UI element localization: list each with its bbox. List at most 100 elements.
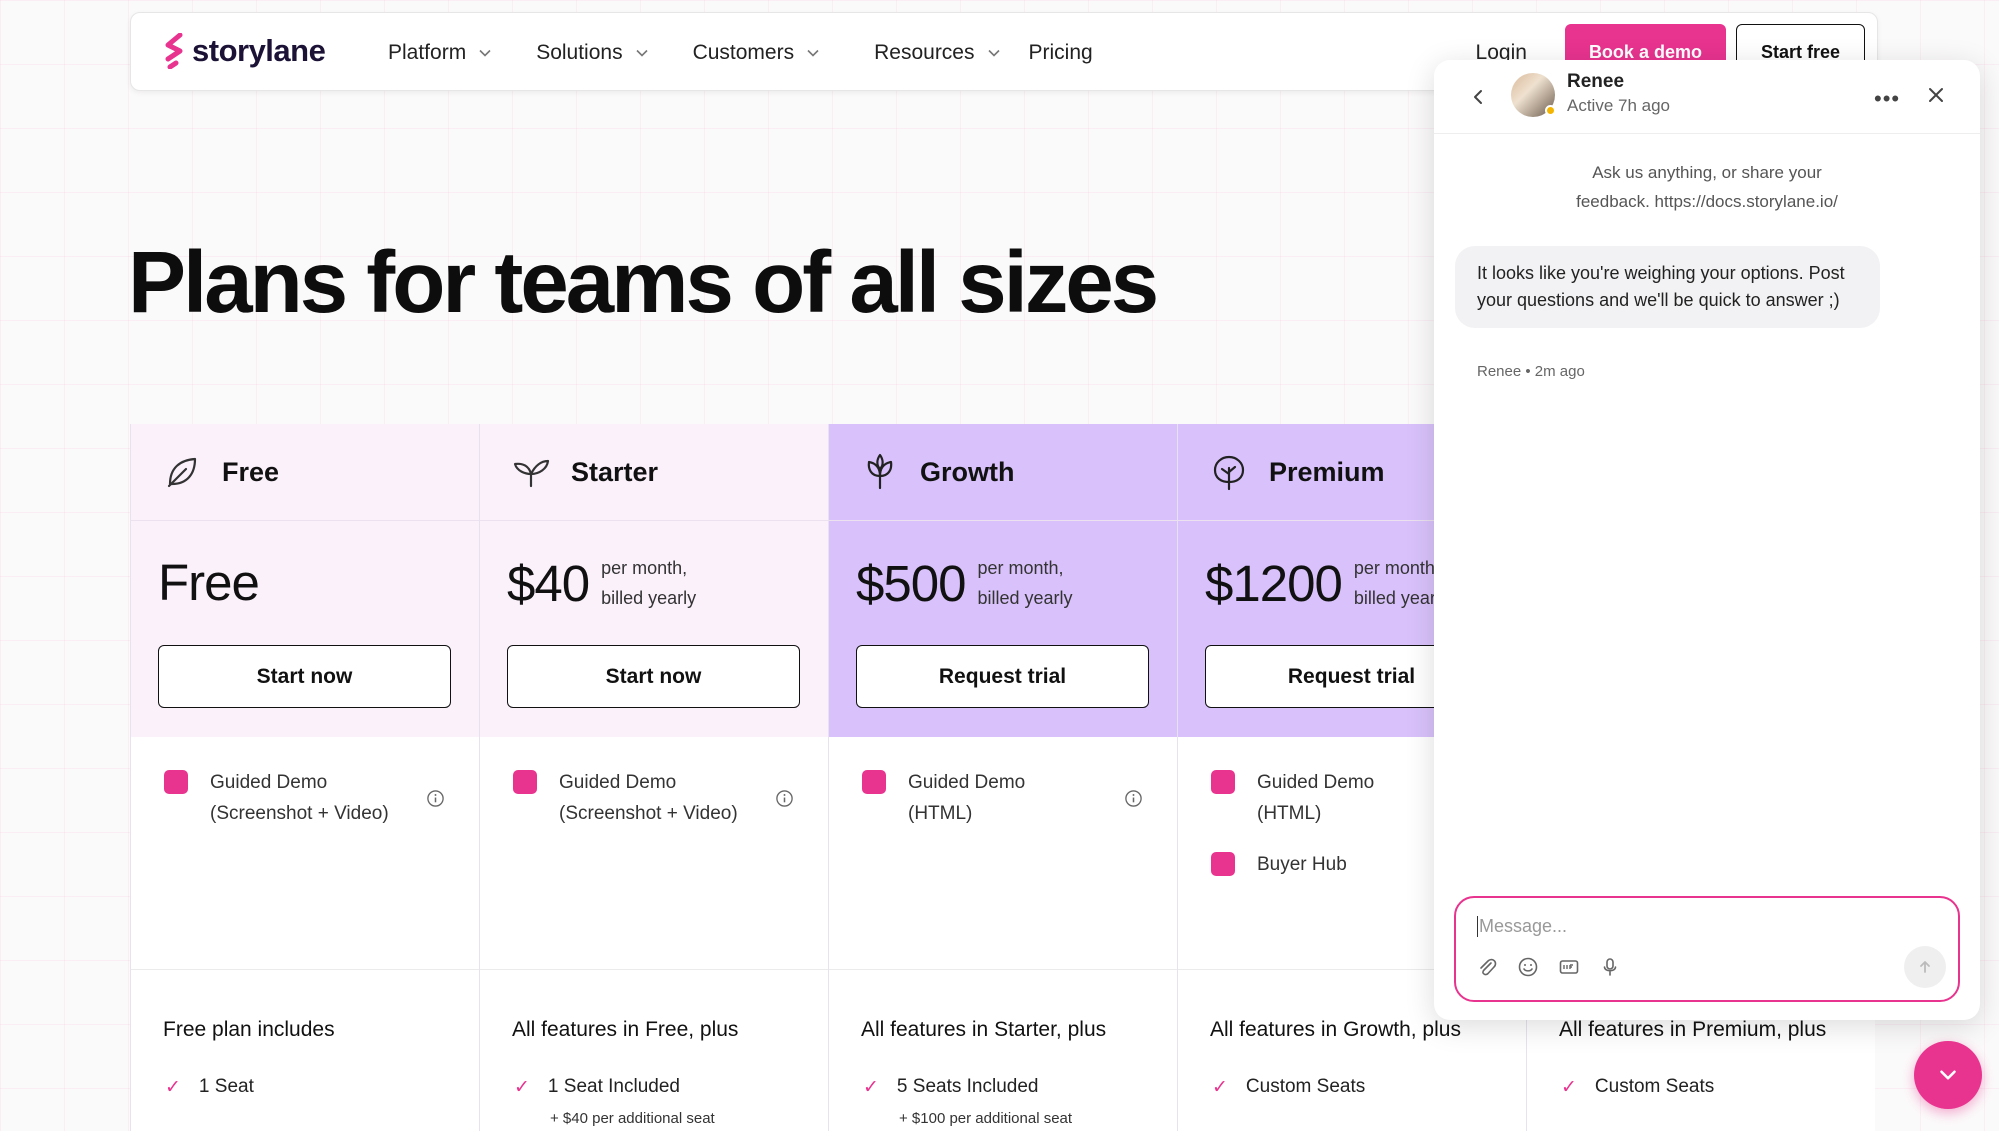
feature-item: Guided Demo (HTML)	[862, 767, 1025, 829]
feature-sublabel: (Screenshot + Video)	[210, 803, 389, 824]
plan-features: Guided Demo (Screenshot + Video)	[131, 737, 479, 970]
nav-customers[interactable]: Customers	[693, 41, 821, 65]
plan-card-free: Free Free Start now Guided Demo (Screens…	[130, 424, 479, 1131]
nav-pricing[interactable]: Pricing	[1029, 41, 1093, 65]
chevron-down-icon	[987, 49, 1000, 57]
chat-widget: Renee Active 7h ago ••• Ask us anything,…	[1434, 60, 1980, 1020]
nav-customers-label: Customers	[692, 40, 795, 64]
chevron-left-icon[interactable]	[1470, 88, 1486, 106]
info-icon[interactable]	[775, 789, 794, 808]
start-now-button[interactable]: Start now	[158, 645, 451, 708]
plan-includes: Free plan includes ✓ 1 Seat	[131, 970, 479, 1131]
request-trial-button[interactable]: Request trial	[856, 645, 1149, 708]
feature-label: Guided Demo	[559, 772, 677, 793]
price-note-line-2: billed yearly	[977, 588, 1073, 608]
feature-label: Guided Demo	[210, 772, 328, 793]
storylane-logo-icon	[165, 33, 183, 69]
emoji-icon[interactable]	[1517, 956, 1539, 978]
attachment-icon[interactable]	[1476, 956, 1498, 978]
nav-resources[interactable]: Resources	[874, 41, 1000, 65]
chat-intro: Ask us anything, or share your feedback.…	[1434, 158, 1980, 216]
check-icon: ✓	[165, 1077, 181, 1098]
check-icon: ✓	[514, 1077, 530, 1098]
plant-icon	[867, 453, 893, 490]
feature-label: Guided Demo	[1257, 772, 1375, 793]
plan-features: Guided Demo (Screenshot + Video)	[480, 737, 828, 970]
plan-price: $1200	[1205, 554, 1343, 612]
includes-sub-note: + $40 per additional seat	[550, 1110, 715, 1127]
close-icon[interactable]	[1927, 86, 1945, 104]
price-note-line-2: billed yearly	[601, 588, 697, 608]
feature-sublabel: (HTML)	[1257, 803, 1322, 824]
gif-icon[interactable]	[1558, 956, 1580, 978]
feature-label: Buyer Hub	[1257, 854, 1347, 875]
plan-name: Free	[222, 456, 280, 487]
plan-header: Free	[131, 424, 479, 521]
includes-item-label: 1 Seat Included	[547, 1076, 680, 1097]
plan-card-growth: Growth $500 per month, billed yearly Req…	[828, 424, 1177, 1131]
plan-name: Growth	[920, 456, 1015, 487]
more-options-icon[interactable]: •••	[1874, 86, 1900, 112]
feature-item: Guided Demo (HTML)	[1211, 767, 1374, 829]
feature-item: Guided Demo (Screenshot + Video)	[164, 767, 389, 829]
price-note-line-1: per month,	[977, 558, 1064, 578]
price-billing-note: per month billed year	[1354, 553, 1436, 613]
nav-resources-label: Resources	[874, 40, 975, 64]
chat-message-bubble: It looks like you're weighing your optio…	[1455, 246, 1880, 328]
chevron-down-icon	[1940, 1070, 1956, 1080]
code-icon	[1211, 852, 1235, 876]
plan-price-area: $500 per month, billed yearly Request tr…	[829, 521, 1177, 737]
status-dot	[1545, 105, 1556, 116]
includes-title: Free plan includes	[163, 1018, 335, 1041]
nav-solutions-label: Solutions	[536, 40, 623, 64]
plan-name: Starter	[571, 456, 659, 487]
chat-agent-name: Renee	[1567, 71, 1625, 92]
chat-launcher-button[interactable]	[1914, 1041, 1982, 1109]
info-icon[interactable]	[426, 789, 445, 808]
sprout-icon	[513, 459, 550, 488]
chat-intro-line-1: Ask us anything, or share your	[1592, 163, 1822, 182]
chevron-down-icon	[807, 49, 819, 57]
includes-item-label: Custom Seats	[1594, 1076, 1715, 1097]
feature-sublabel: (HTML)	[908, 803, 973, 824]
plan-header: Starter	[480, 424, 828, 521]
nav-platform[interactable]: Platform	[388, 41, 492, 65]
includes-item-label: 1 Seat	[198, 1076, 254, 1097]
microphone-icon[interactable]	[1599, 956, 1621, 978]
plan-card-starter: Starter $40 per month, billed yearly Sta…	[479, 424, 828, 1131]
chat-message-input[interactable]: Message...	[1454, 896, 1960, 1002]
guided-demo-icon	[1211, 770, 1235, 794]
info-icon[interactable]	[1124, 789, 1143, 808]
plan-name: Premium	[1269, 456, 1385, 487]
start-now-button[interactable]: Start now	[507, 645, 800, 708]
nav-solutions[interactable]: Solutions	[536, 41, 648, 65]
chat-header: Renee Active 7h ago •••	[1434, 60, 1980, 134]
includes-item: ✓ Custom Seats	[1212, 1076, 1365, 1099]
logo-text: storylane	[192, 33, 326, 68]
includes-item: ✓ Custom Seats	[1561, 1076, 1714, 1099]
chat-message-meta: Renee • 2m ago	[1477, 363, 1585, 380]
nav-pricing-label: Pricing	[1028, 40, 1093, 64]
arrow-up-icon	[1920, 961, 1930, 973]
check-icon: ✓	[1212, 1077, 1228, 1098]
includes-title: All features in Starter, plus	[861, 1018, 1107, 1041]
plan-price: $500	[856, 554, 966, 612]
chevron-down-icon	[636, 49, 648, 57]
storylane-logo[interactable]: storylane	[164, 33, 326, 69]
includes-item: ✓ 5 Seats Included	[863, 1076, 1038, 1099]
feature-item: Guided Demo (Screenshot + Video)	[513, 767, 738, 829]
plan-includes: All features in Free, plus ✓ 1 Seat Incl…	[480, 970, 828, 1131]
feature-item: Buyer Hub	[1211, 849, 1347, 880]
includes-item: ✓ 1 Seat Included	[514, 1076, 680, 1099]
price-note-line-1: per month	[1353, 558, 1435, 578]
price-billing-note: per month, billed yearly	[601, 553, 696, 613]
guided-demo-icon	[164, 770, 188, 794]
chat-agent-status: Active 7h ago	[1567, 96, 1671, 115]
includes-item-label: Custom Seats	[1245, 1076, 1366, 1097]
includes-item: ✓ 1 Seat	[165, 1076, 254, 1099]
nav-platform-label: Platform	[388, 40, 467, 64]
check-icon: ✓	[863, 1077, 879, 1098]
includes-sub-note: + $100 per additional seat	[899, 1110, 1073, 1127]
send-button[interactable]	[1904, 946, 1946, 988]
guided-demo-icon	[513, 770, 537, 794]
